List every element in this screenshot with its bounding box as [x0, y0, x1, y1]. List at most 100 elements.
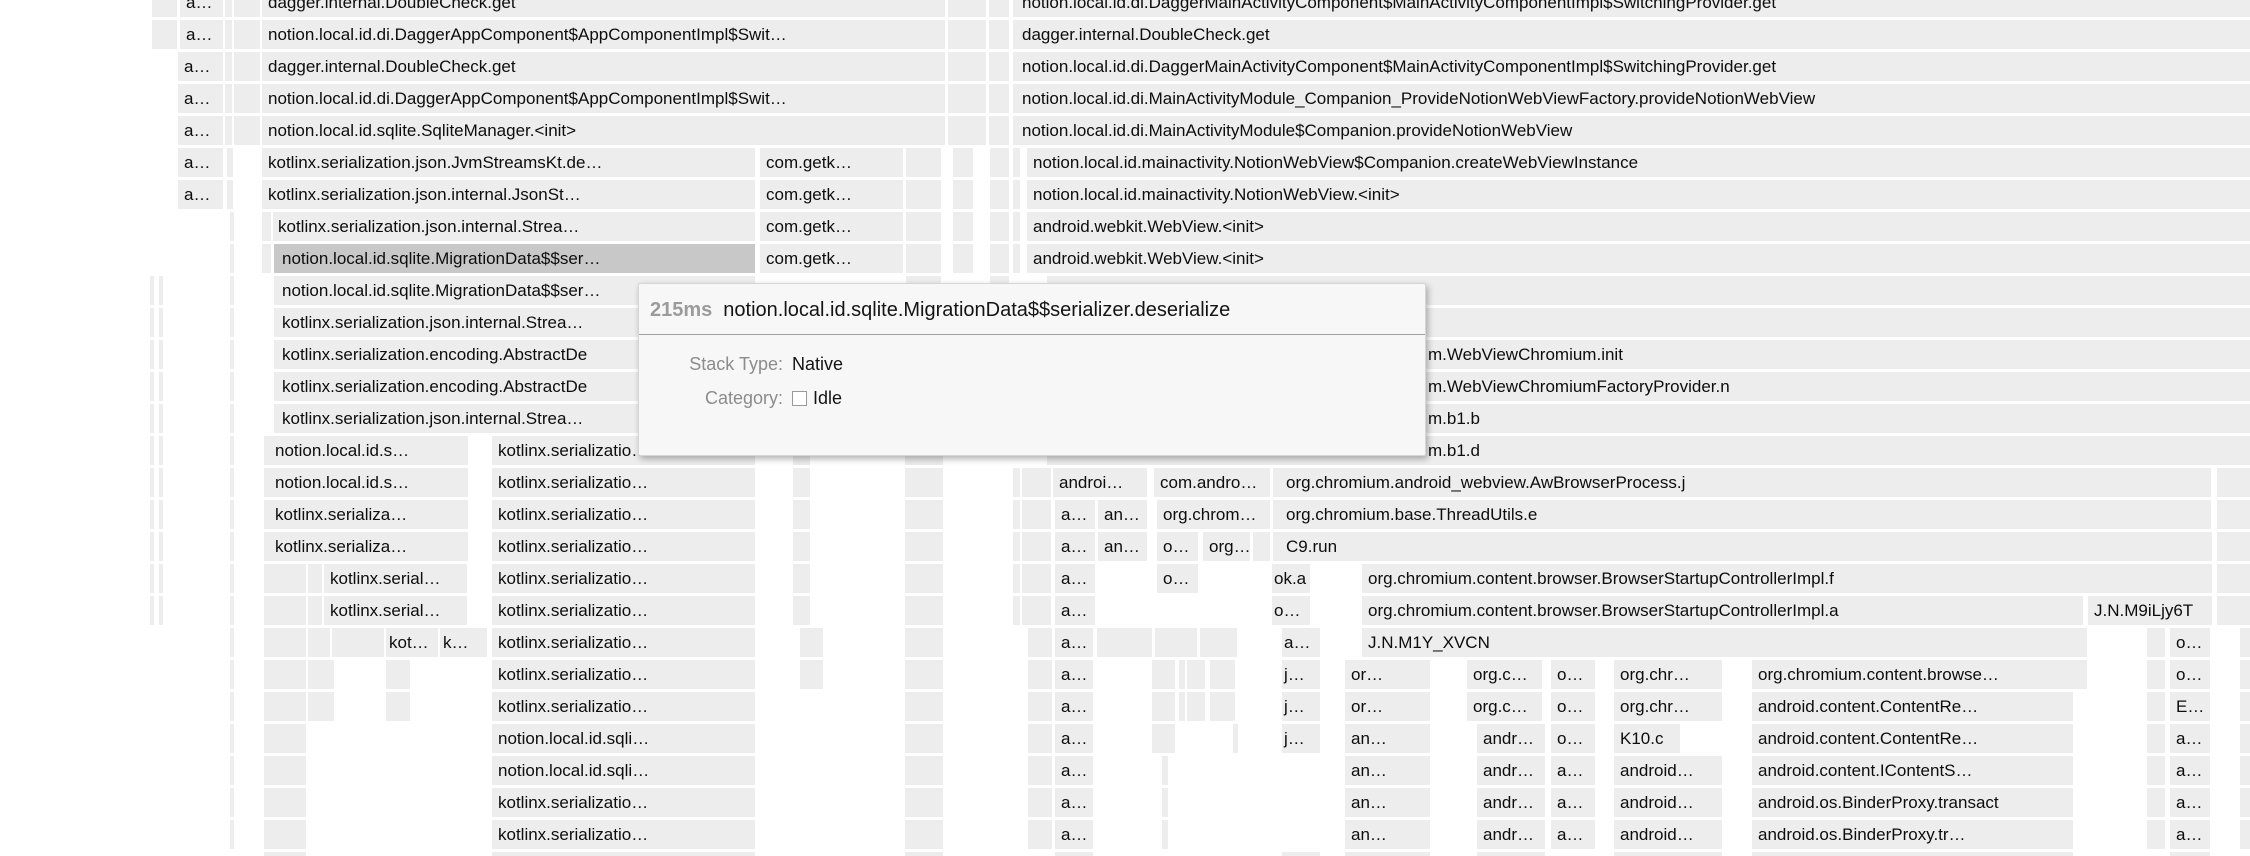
flame-frame[interactable]: org.chromium.content.browser.BrowserStar… [1362, 596, 2083, 625]
flame-frame[interactable]: org.chromium.content.browse… [1752, 660, 2087, 689]
flame-frame[interactable]: org.chr… [1614, 692, 1722, 721]
flame-frame-sliver[interactable] [1028, 756, 1052, 785]
flame-frame-sliver[interactable] [989, 116, 1009, 145]
flame-frame-sliver[interactable] [906, 180, 941, 209]
flame-frame-sliver[interactable] [230, 308, 234, 337]
flame-frame[interactable]: kotlinx.serializa… [264, 500, 468, 529]
flame-frame[interactable]: a… [1055, 532, 1095, 561]
flame-frame-sliver[interactable] [1013, 212, 1020, 241]
flame-frame-sliver[interactable] [150, 468, 154, 497]
flame-frame[interactable]: j… [1282, 724, 1320, 753]
flame-frame-sliver[interactable] [264, 660, 306, 689]
flame-frame[interactable]: andr… [1477, 724, 1545, 753]
flame-frame-sliver[interactable] [953, 148, 973, 177]
flame-frame[interactable]: org.chromium.base.ThreadUtils.e [1273, 500, 2211, 529]
flame-frame-sliver[interactable] [1187, 692, 1205, 721]
flame-frame-sliver[interactable] [905, 660, 943, 689]
flame-frame-sliver[interactable] [948, 52, 986, 81]
flame-frame-sliver[interactable] [230, 596, 234, 625]
flame-frame[interactable]: notion.local.id.mainactivity.NotionWebVi… [1027, 180, 2250, 209]
flame-frame-sliver[interactable] [989, 84, 1009, 113]
flame-frame-sliver[interactable] [793, 564, 810, 593]
flame-frame-sliver[interactable] [159, 340, 163, 369]
flame-frame[interactable]: android.content.ContentRe… [1752, 724, 2073, 753]
flame-frame-sliver[interactable] [225, 20, 232, 49]
flame-frame-sliver[interactable] [2240, 692, 2250, 721]
flame-frame-sliver[interactable] [1013, 180, 1020, 209]
flame-frame-sliver[interactable] [1752, 852, 2073, 856]
flame-frame-sliver[interactable] [948, 20, 986, 49]
flame-frame[interactable]: ok.a [1272, 564, 1310, 593]
flame-frame-sliver[interactable] [159, 276, 163, 305]
flame-frame-sliver[interactable] [230, 468, 234, 497]
flame-frame-sliver[interactable] [953, 180, 973, 209]
flame-frame[interactable]: a… [1055, 692, 1093, 721]
flame-frame-sliver[interactable] [1152, 724, 1175, 753]
flame-frame[interactable]: an… [1098, 500, 1147, 529]
flame-frame[interactable]: org.c… [1467, 692, 1542, 721]
flame-frame[interactable]: notion.local.id.mainactivity.NotionWebVi… [1027, 148, 2250, 177]
flame-frame[interactable]: a… [1055, 628, 1093, 657]
flame-frame-sliver[interactable] [1013, 564, 1020, 593]
flame-frame-sliver[interactable] [1162, 820, 1168, 849]
flame-frame[interactable]: android.content.IContentS… [1752, 756, 2073, 785]
flame-frame-sliver[interactable] [150, 532, 154, 561]
flame-frame-sliver[interactable] [1013, 500, 1020, 529]
flame-frame-sliver[interactable] [230, 660, 234, 689]
flame-frame-sliver[interactable] [234, 116, 260, 145]
flame-frame[interactable]: dagger.internal.DoubleCheck.get [262, 0, 945, 17]
flame-frame-sliver[interactable] [1210, 692, 1235, 721]
flame-frame-sliver[interactable] [990, 180, 1009, 209]
flame-frame[interactable]: J.N.M1Y_XVCN [1362, 628, 2087, 657]
flame-frame-sliver[interactable] [1022, 596, 1051, 625]
flame-frame-sliver[interactable] [264, 628, 306, 657]
flame-frame[interactable]: notion.local.id.di.DaggerAppComponent$Ap… [262, 84, 945, 113]
flame-frame-sliver[interactable] [1253, 532, 1270, 561]
flame-frame-sliver[interactable] [2217, 564, 2250, 593]
flame-frame-sliver[interactable] [230, 436, 234, 465]
flame-frame-sliver[interactable] [152, 0, 177, 17]
flame-frame-sliver[interactable] [1055, 852, 1093, 856]
flame-frame[interactable]: o… [1551, 724, 1595, 753]
flame-frame-sliver[interactable] [159, 308, 163, 337]
flame-frame-sliver[interactable] [1028, 660, 1052, 689]
flame-frame-sliver[interactable] [1187, 660, 1205, 689]
flame-frame[interactable]: dagger.internal.DoubleCheck.get [262, 52, 945, 81]
flame-frame-sliver[interactable] [2147, 788, 2165, 817]
flame-frame[interactable]: kotlinx.serialization.json.JvmStreamsKt.… [262, 148, 755, 177]
flame-frame[interactable]: org.chromium.content.browser.BrowserStar… [1362, 564, 2212, 593]
flame-frame-sliver[interactable] [230, 820, 234, 849]
flame-frame[interactable]: o… [1157, 564, 1198, 593]
flame-frame[interactable]: a… [178, 52, 223, 81]
flame-frame-sliver[interactable] [1282, 852, 1320, 856]
flame-frame[interactable]: a… [178, 84, 223, 113]
flame-frame[interactable]: andr… [1477, 756, 1545, 785]
flame-frame-sliver[interactable] [150, 308, 154, 337]
flame-frame-sliver[interactable] [1200, 628, 1237, 657]
flame-frame-sliver[interactable] [150, 276, 154, 305]
flame-frame-sliver[interactable] [1028, 692, 1052, 721]
flame-frame-sliver[interactable] [308, 564, 322, 593]
flame-frame-sliver[interactable] [227, 180, 233, 209]
flame-frame-sliver[interactable] [2147, 724, 2165, 753]
flame-frame-sliver[interactable] [1155, 628, 1197, 657]
flame-frame[interactable]: kotlinx.serial… [324, 564, 467, 593]
flame-frame[interactable]: androi… [1053, 468, 1147, 497]
flame-frame[interactable]: notion.local.id.di.MainActivityModule_Co… [1013, 84, 2250, 113]
flame-frame-sliver[interactable] [1097, 628, 1152, 657]
flame-frame-sliver[interactable] [234, 0, 260, 17]
flame-frame-sliver[interactable] [1013, 468, 1020, 497]
flame-frame-sliver[interactable] [1013, 596, 1020, 625]
flame-frame-sliver[interactable] [230, 244, 234, 273]
flame-frame[interactable]: dagger.internal.DoubleCheck.get [1013, 20, 2250, 49]
flame-frame-sliver[interactable] [905, 756, 943, 785]
flame-frame[interactable]: android… [1614, 820, 1722, 849]
flame-frame-sliver[interactable] [948, 116, 986, 145]
flame-frame-sliver[interactable] [386, 660, 410, 689]
flame-frame-sliver[interactable] [225, 116, 232, 145]
flame-frame-sliver[interactable] [332, 628, 384, 657]
flame-frame-sliver[interactable] [150, 404, 154, 433]
flame-frame[interactable]: E… [2170, 692, 2210, 721]
flame-frame-sliver[interactable] [793, 596, 810, 625]
flame-frame[interactable]: an… [1098, 532, 1147, 561]
